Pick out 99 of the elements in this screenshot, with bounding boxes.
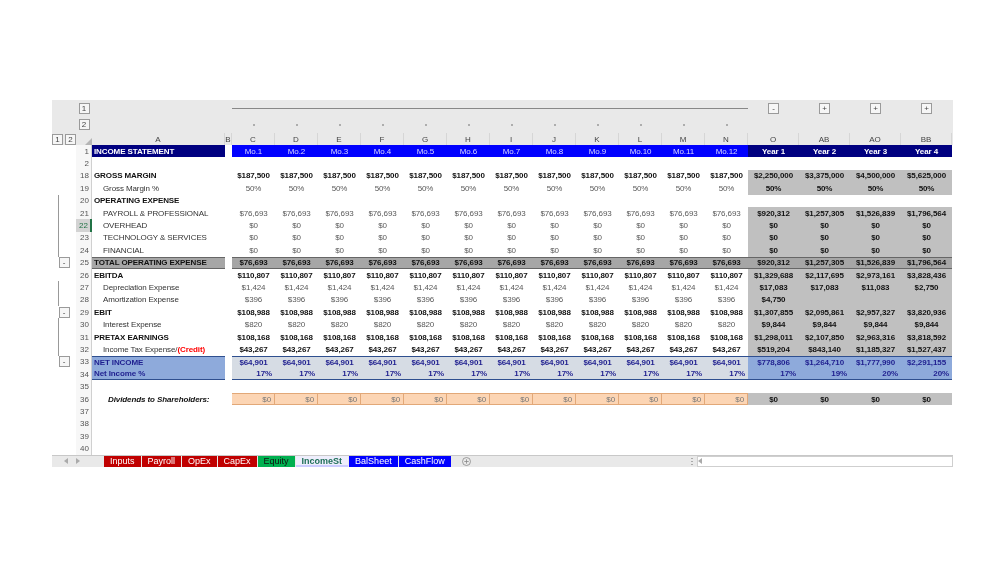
- table-cell: $2,095,861: [799, 306, 850, 319]
- outline-level-button[interactable]: 2: [65, 133, 76, 145]
- header-cell: Mo.10: [619, 145, 662, 158]
- table-cell: $9,844: [748, 318, 799, 331]
- header-cell: Mo.5: [404, 145, 447, 158]
- sheet-tab[interactable]: IncomeSt: [295, 455, 349, 467]
- table-cell: $9,844: [850, 318, 901, 331]
- scroll-left-icon[interactable]: [64, 458, 68, 465]
- group-toggle-button[interactable]: -: [58, 356, 70, 368]
- table-cell: $1,527,437: [901, 343, 952, 356]
- table-cell: $0: [748, 244, 799, 257]
- table-cell: $0: [748, 219, 799, 232]
- group-toggle-button[interactable]: -: [58, 257, 70, 269]
- row-header[interactable]: 22: [76, 219, 92, 232]
- row-header[interactable]: 37: [76, 405, 92, 418]
- table-cell: $11,083: [850, 281, 901, 294]
- table-cell: $2,750: [901, 281, 952, 294]
- group-toggle-button[interactable]: -: [58, 306, 70, 318]
- table-cell: $3,820,936: [901, 306, 952, 319]
- header-cell: Year 4: [901, 145, 952, 158]
- table-cell: $0: [901, 219, 952, 232]
- table-cell: 17%: [361, 368, 404, 381]
- table-cell: 50%: [850, 182, 901, 195]
- header-cell: Year 3: [850, 145, 901, 158]
- table-cell: 50%: [901, 182, 952, 195]
- table-cell: $2,957,327: [850, 306, 901, 319]
- scroll-right-icon[interactable]: [76, 458, 80, 465]
- table-cell: 17%: [748, 368, 799, 381]
- table-cell: $519,204: [748, 343, 799, 356]
- table-cell: $0: [850, 219, 901, 232]
- table-cell: 17%: [705, 368, 748, 381]
- table-cell: 17%: [490, 368, 533, 381]
- row-header[interactable]: 32: [76, 343, 92, 356]
- outline-level-button[interactable]: 1: [52, 133, 63, 145]
- sheet-tab[interactable]: CapEx: [217, 455, 257, 467]
- horizontal-scrollbar[interactable]: [697, 455, 953, 467]
- add-sheet-icon[interactable]: [461, 456, 471, 466]
- group-toggle-button[interactable]: +: [921, 102, 932, 114]
- sheet-tab[interactable]: BalSheet: [349, 455, 398, 467]
- header-cell: Mo.11: [662, 145, 705, 158]
- table-cell: 17%: [619, 368, 662, 381]
- row-header[interactable]: 40: [76, 442, 92, 455]
- table-cell: $0: [799, 219, 850, 232]
- header-cell: Year 2: [799, 145, 850, 158]
- table-cell: $9,844: [799, 318, 850, 331]
- table-cell: $17,083: [748, 281, 799, 294]
- header-cell: Mo.6: [447, 145, 490, 158]
- sheet-tab[interactable]: Payroll: [141, 455, 182, 467]
- outline-level-button[interactable]: 1: [78, 102, 90, 114]
- header-cell: INCOME STATEMENT: [92, 145, 225, 158]
- table-cell: 17%: [447, 368, 490, 381]
- table-cell: $0: [901, 244, 952, 257]
- table-cell: $1,307,855: [748, 306, 799, 319]
- row-header[interactable]: 24: [76, 244, 92, 257]
- outline-level-button[interactable]: 2: [78, 119, 90, 130]
- table-cell: 20%: [901, 368, 952, 381]
- table-cell: $0: [850, 244, 901, 257]
- sheet-tab[interactable]: Inputs: [104, 455, 141, 467]
- row-header[interactable]: 34: [76, 368, 92, 381]
- table-cell: $0: [799, 244, 850, 257]
- table-cell: Net Income %: [92, 368, 225, 381]
- table-cell: $17,083: [799, 281, 850, 294]
- group-toggle-button[interactable]: +: [819, 102, 830, 114]
- table-cell: $843,140: [799, 343, 850, 356]
- row-header[interactable]: 29: [76, 306, 92, 319]
- row-header[interactable]: 35: [76, 380, 92, 393]
- sheet-tab[interactable]: CashFlow: [398, 455, 451, 467]
- row-header[interactable]: 19: [76, 182, 92, 195]
- table-cell: 17%: [404, 368, 447, 381]
- table-cell: 50%: [748, 182, 799, 195]
- header-cell: Mo.8: [533, 145, 576, 158]
- table-cell: 50%: [799, 182, 850, 195]
- header-cell: Mo.2: [275, 145, 318, 158]
- header-cell: Mo.7: [490, 145, 533, 158]
- sheet-tab[interactable]: OpEx: [182, 455, 217, 467]
- header-cell: Mo.3: [318, 145, 361, 158]
- table-cell: 17%: [662, 368, 705, 381]
- table-cell: 20%: [850, 368, 901, 381]
- header-cell: Mo.1: [232, 145, 275, 158]
- group-toggle-button[interactable]: -: [768, 102, 779, 114]
- table-cell: $9,844: [901, 318, 952, 331]
- row-header[interactable]: 2: [76, 157, 92, 170]
- table-cell: 17%: [533, 368, 576, 381]
- header-cell: Mo.12: [705, 145, 748, 158]
- table-cell: $1,185,327: [850, 343, 901, 356]
- table-cell: 17%: [232, 368, 275, 381]
- row-header[interactable]: 1: [76, 145, 92, 158]
- header-cell: Mo.9: [576, 145, 619, 158]
- row-header[interactable]: 30: [76, 318, 92, 331]
- table-cell: 17%: [275, 368, 318, 381]
- row-header[interactable]: 27: [76, 281, 92, 294]
- header-cell: Mo.4: [361, 145, 404, 158]
- table-cell: 17%: [576, 368, 619, 381]
- table-cell: 17%: [318, 368, 361, 381]
- header-cell: Year 1: [748, 145, 799, 158]
- group-toggle-button[interactable]: +: [870, 102, 881, 114]
- sheet-tab[interactable]: Equity: [257, 455, 295, 467]
- table-cell: 19%: [799, 368, 850, 381]
- scroll-left-icon[interactable]: [698, 458, 702, 465]
